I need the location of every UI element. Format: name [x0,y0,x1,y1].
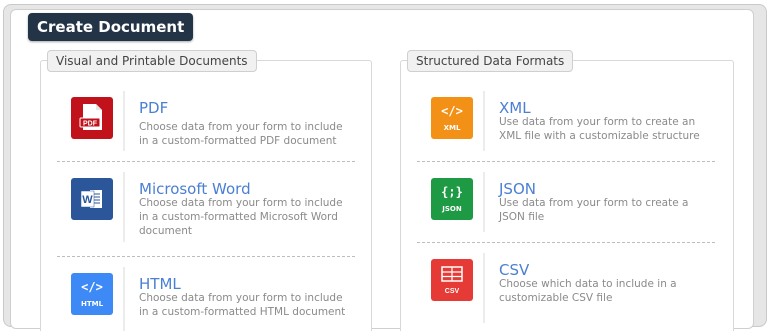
pdf-description: Choose data from your form to include in… [139,121,343,147]
word-description: Choose data from your form to include in… [139,197,343,237]
svg-text:CSV: CSV [445,288,460,295]
csv-description: Choose which data to include in a custom… [499,278,677,304]
dialog-title: Create Document [28,13,194,41]
json-braces-icon: {;} JSON [431,178,473,220]
item-separator [123,267,125,331]
word-option[interactable]: W Microsoft Word Choose data from your f… [57,162,355,257]
csv-table-icon: CSV [431,259,473,301]
group-legend: Visual and Printable Documents [47,50,257,72]
csv-option[interactable]: CSV CSV Choose which data to include in … [417,243,715,331]
visual-documents-group: Visual and Printable Documents PDF PDF C… [40,50,372,331]
xml-option[interactable]: </> XML XML Use data from your form to c… [417,81,715,162]
json-description: Use data from your form to create a JSON… [499,197,689,223]
xml-description: Use data from your form to create an XML… [499,116,700,142]
item-separator [483,172,485,232]
pdf-option[interactable]: PDF PDF Choose data from your form to in… [57,81,355,162]
svg-text:PDF: PDF [83,121,98,128]
pdf-title[interactable]: PDF [139,99,168,117]
html-option[interactable]: </> HTML HTML Choose data from your form… [57,257,355,331]
item-separator [483,253,485,323]
item-separator [123,91,125,151]
structured-data-group: Structured Data Formats </> XML XML Use … [400,50,734,331]
html-description: Choose data from your form to include in… [139,292,346,318]
item-separator [483,91,485,151]
svg-text:W: W [82,194,93,206]
item-separator [123,172,125,242]
group-legend: Structured Data Formats [407,50,574,72]
xml-code-icon: </> XML [431,97,473,139]
pdf-file-icon: PDF [71,97,113,139]
json-option[interactable]: {;} JSON JSON Use data from your form to… [417,162,715,243]
word-document-icon: W [71,178,113,220]
html-code-icon: </> HTML [71,273,113,315]
